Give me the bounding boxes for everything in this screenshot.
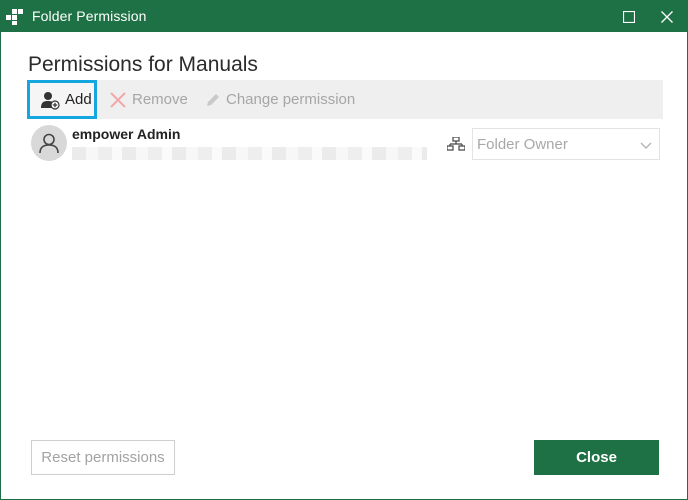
user-name: empower Admin (72, 126, 181, 142)
role-dropdown[interactable]: Folder Owner (472, 128, 660, 160)
window-title: Folder Permission (32, 8, 147, 24)
maximize-icon (623, 10, 635, 23)
add-button-label: Add (65, 91, 92, 108)
close-button[interactable]: Close (534, 440, 659, 475)
folder-permission-dialog: Folder Permission Permissions for Manual… (0, 0, 688, 500)
remove-button[interactable]: Remove (109, 80, 188, 119)
app-logo-icon (6, 8, 24, 26)
hierarchy-icon (446, 136, 466, 156)
add-user-icon (41, 91, 60, 110)
page-title: Permissions for Manuals (28, 53, 258, 76)
user-avatar-icon (39, 133, 59, 154)
remove-button-label: Remove (132, 91, 188, 108)
role-value: Folder Owner (477, 135, 568, 153)
permissions-toolbar: Add Remove Change permission (27, 80, 663, 119)
add-button[interactable]: Add (27, 80, 97, 119)
window-close-button[interactable] (645, 1, 688, 32)
remove-x-icon (110, 91, 126, 108)
close-icon (661, 10, 673, 23)
list-item[interactable]: empower Admin Folder Owner (27, 122, 663, 168)
pencil-icon (207, 93, 219, 106)
title-bar: Folder Permission (1, 1, 687, 32)
avatar (31, 125, 67, 161)
reset-permissions-button[interactable]: Reset permissions (31, 440, 175, 475)
user-email-redacted (72, 147, 427, 160)
change-permission-label: Change permission (226, 91, 356, 108)
chevron-down-icon (640, 142, 652, 149)
change-permission-button[interactable]: Change permission (205, 80, 355, 119)
